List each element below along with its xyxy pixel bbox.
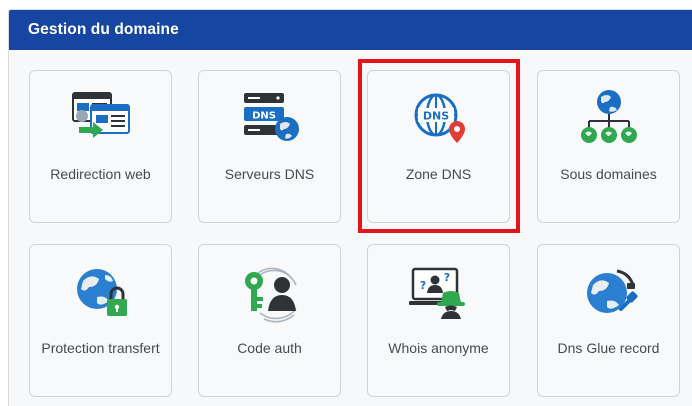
tile-label: Sous domaines [560,166,657,182]
tile-label: Protection transfert [41,340,160,356]
tile-label: Code auth [237,340,302,356]
tile-label: Whois anonyme [388,340,489,356]
tile-subdomains[interactable]: Sous domaines [537,70,680,223]
web-redirect-icon [30,89,171,151]
anonymous-whois-icon: ? ? [368,263,509,325]
tile-label: Zone DNS [405,166,472,182]
panel-title: Gestion du domaine [9,10,692,50]
tile-transfer-protection[interactable]: Protection transfert [29,244,172,397]
tile-dns-glue-record[interactable]: Dns Glue record [537,244,680,397]
tile-auth-code[interactable]: Code auth [198,244,341,397]
svg-text:DNS: DNS [422,110,448,123]
svg-text:DNS: DNS [252,111,276,122]
tile-dns-servers[interactable]: DNS Serveurs DNS [198,70,341,223]
tile-label: Dns Glue record [557,340,660,356]
tile-dns-zone[interactable]: DNS Zone DNS [367,70,510,223]
svg-text:?: ? [443,271,449,284]
dns-glue-record-icon [538,263,679,325]
transfer-protection-icon [30,263,171,325]
svg-text:?: ? [419,279,425,292]
subdomains-icon [538,89,679,151]
tile-web-redirect[interactable]: Redirection web [29,70,172,223]
dns-zone-icon: DNS [368,89,509,151]
tile-label: Redirection web [50,166,151,182]
tile-anonymous-whois[interactable]: ? ? Whois anonyme [367,244,510,397]
dns-servers-icon: DNS [199,89,340,151]
tile-label: Serveurs DNS [224,166,315,182]
auth-code-icon [199,263,340,325]
